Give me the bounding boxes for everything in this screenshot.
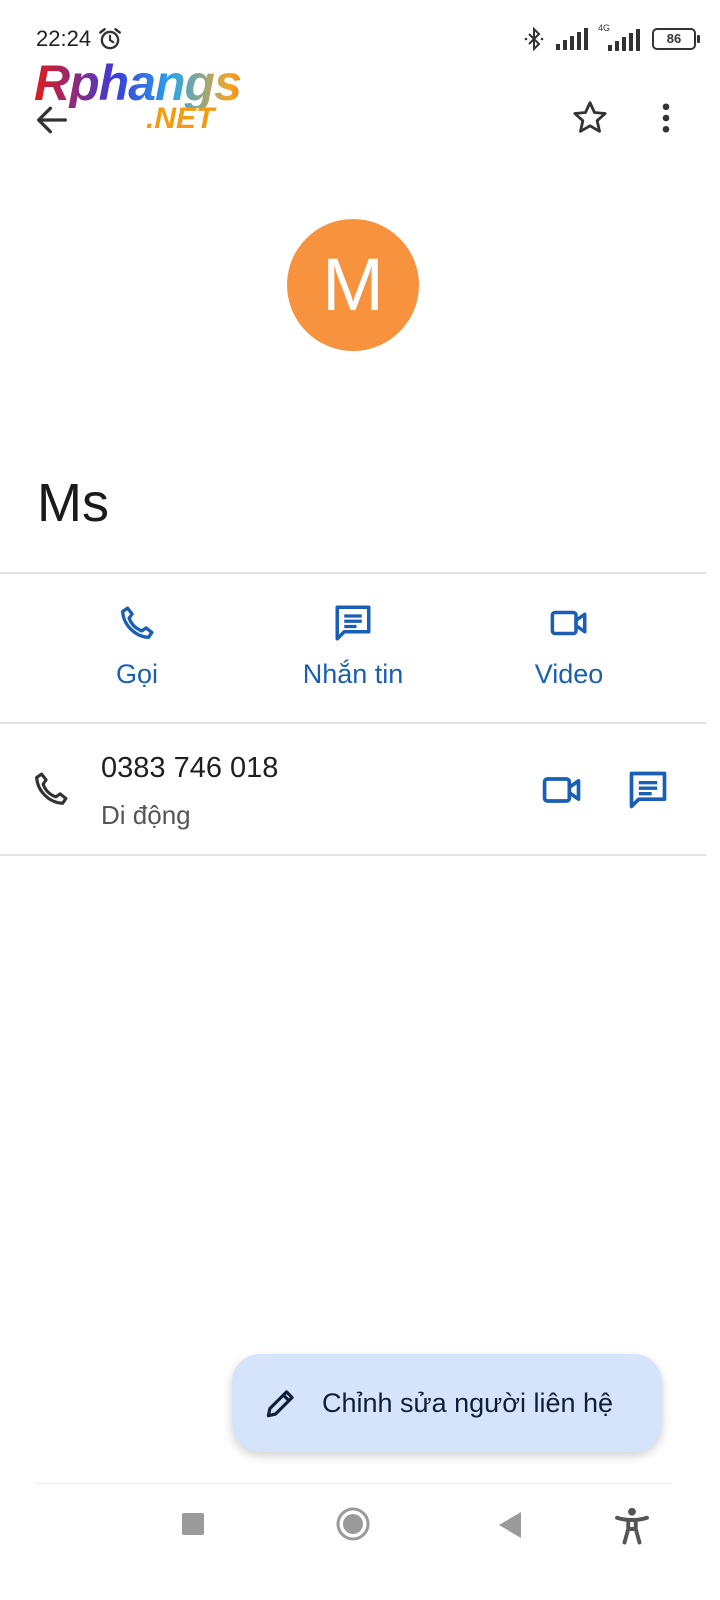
home-circle-icon xyxy=(336,1507,370,1541)
divider xyxy=(0,572,706,574)
pencil-icon xyxy=(266,1390,294,1418)
divider xyxy=(0,854,706,856)
arrow-back-icon xyxy=(37,106,68,134)
status-indicators: 4G 86 xyxy=(522,23,700,52)
video-icon xyxy=(550,610,587,636)
phone-icon xyxy=(35,772,68,805)
more-options-button[interactable] xyxy=(648,98,684,138)
back-nav-button[interactable] xyxy=(497,1510,523,1540)
accessibility-icon xyxy=(615,1507,649,1545)
edit-contact-label: Chỉnh sửa người liên hệ xyxy=(322,1387,614,1418)
signal-icon xyxy=(556,28,588,50)
recents-button[interactable] xyxy=(180,1511,206,1537)
status-time: 22:24 xyxy=(36,26,92,51)
home-button[interactable] xyxy=(336,1507,370,1541)
edit-contact-button[interactable]: Chỉnh sửa người liên hệ xyxy=(232,1354,662,1452)
message-icon xyxy=(629,771,667,809)
nav-bar-divider xyxy=(36,1483,672,1484)
video-call-button[interactable] xyxy=(540,768,584,812)
contact-name: Ms xyxy=(37,473,109,533)
message-action-label: Nhắn tin xyxy=(302,659,404,689)
phone-icon xyxy=(120,606,154,640)
square-icon xyxy=(182,1513,204,1535)
phone-number: 0383 746 018 xyxy=(101,752,279,784)
phone-entry-row[interactable] xyxy=(0,724,706,854)
back-button[interactable] xyxy=(32,100,72,140)
triangle-back-icon xyxy=(499,1512,521,1538)
phone-type: Di động xyxy=(101,800,191,830)
video-icon xyxy=(542,777,581,803)
message-icon xyxy=(335,605,371,641)
logo-sub-text: .NET xyxy=(146,102,215,135)
message-action-button[interactable]: Nhắn tin xyxy=(253,602,453,690)
video-action-label: Video xyxy=(534,659,604,689)
video-action-button[interactable]: Video xyxy=(469,602,669,690)
call-action-label: Gọi xyxy=(115,659,159,689)
star-icon xyxy=(573,101,607,133)
alarm-icon xyxy=(97,26,123,57)
signal-4g-icon: 4G xyxy=(598,23,642,51)
contact-avatar: M xyxy=(287,219,419,351)
favorite-button[interactable] xyxy=(570,98,610,138)
send-message-button[interactable] xyxy=(626,768,670,812)
battery-indicator: 86 xyxy=(652,28,700,50)
bluetooth-icon xyxy=(524,26,544,52)
call-action-button[interactable]: Gọi xyxy=(37,602,237,690)
accessibility-button[interactable] xyxy=(614,1506,650,1546)
more-vert-icon xyxy=(662,103,670,133)
